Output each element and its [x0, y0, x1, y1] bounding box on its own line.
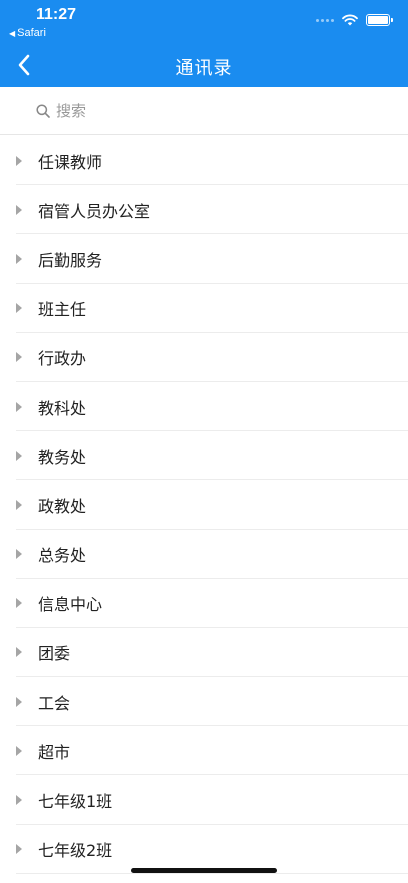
- search-input[interactable]: [56, 101, 356, 120]
- list-item[interactable]: 教科处: [0, 382, 408, 432]
- expand-arrow-icon: [16, 303, 22, 314]
- list-item[interactable]: 信息中心: [0, 579, 408, 629]
- home-indicator[interactable]: [131, 868, 277, 873]
- list-item[interactable]: 行政办: [0, 333, 408, 383]
- expand-arrow-icon: [16, 204, 22, 215]
- list-item[interactable]: 工会: [0, 677, 408, 727]
- group-label: 后勤服务: [38, 250, 103, 270]
- group-label: 教务处: [38, 447, 87, 467]
- list-item[interactable]: 总务处: [0, 530, 408, 579]
- back-triangle-icon: ◀: [9, 29, 16, 38]
- expand-arrow-icon: [16, 401, 22, 412]
- battery-icon: [366, 14, 393, 26]
- list-item[interactable]: 政教处: [0, 480, 408, 530]
- group-label: 七年级1班: [38, 792, 113, 812]
- group-label: 团委: [38, 644, 71, 664]
- group-label: 任课教师: [38, 152, 103, 172]
- app-header: 11:27 ◀ Safari 通讯录: [0, 0, 408, 87]
- list-item[interactable]: 七年级1班: [0, 775, 408, 825]
- expand-arrow-icon: [16, 155, 22, 166]
- expand-arrow-icon: [16, 647, 22, 658]
- back-app-label: Safari: [17, 27, 46, 39]
- back-to-app-link[interactable]: ◀ Safari: [9, 27, 46, 39]
- expand-arrow-icon: [16, 352, 22, 363]
- expand-arrow-icon: [16, 795, 22, 806]
- group-label: 班主任: [38, 300, 87, 320]
- search-icon: [36, 103, 50, 118]
- expand-arrow-icon: [16, 598, 22, 609]
- group-label: 政教处: [38, 496, 87, 516]
- page-title: 通讯录: [175, 58, 233, 79]
- expand-arrow-icon: [16, 696, 22, 707]
- list-item[interactable]: 班主任: [0, 284, 408, 333]
- list-item[interactable]: 超市: [0, 726, 408, 776]
- wifi-icon: [342, 14, 358, 26]
- expand-arrow-icon: [16, 450, 22, 461]
- expand-arrow-icon: [16, 499, 22, 510]
- list-item[interactable]: 宿管人员办公室: [0, 185, 408, 235]
- list-item[interactable]: 后勤服务: [0, 234, 408, 284]
- signal-icon: [316, 18, 334, 22]
- list-item[interactable]: 教务处: [0, 431, 408, 481]
- group-label: 超市: [38, 742, 71, 762]
- group-label: 宿管人员办公室: [38, 201, 151, 221]
- status-time: 11:27: [36, 6, 77, 23]
- group-label: 工会: [38, 693, 71, 713]
- expand-arrow-icon: [16, 549, 22, 560]
- status-icons: [316, 12, 393, 28]
- search-bar[interactable]: [0, 87, 408, 135]
- expand-arrow-icon: [16, 745, 22, 756]
- list-item[interactable]: 任课教师: [0, 136, 408, 186]
- list-item[interactable]: 七年级2班: [0, 825, 408, 875]
- group-label: 行政办: [38, 349, 87, 369]
- expand-arrow-icon: [16, 253, 22, 264]
- expand-arrow-icon: [16, 844, 22, 855]
- contact-group-list: 任课教师 宿管人员办公室 后勤服务 班主任 行政办 教科处 教务处 政教处 总务…: [0, 136, 408, 875]
- group-label: 总务处: [38, 546, 87, 566]
- group-label: 教科处: [38, 398, 87, 418]
- list-item[interactable]: 团委: [0, 628, 408, 678]
- group-label: 七年级2班: [38, 841, 113, 861]
- group-label: 信息中心: [38, 595, 103, 615]
